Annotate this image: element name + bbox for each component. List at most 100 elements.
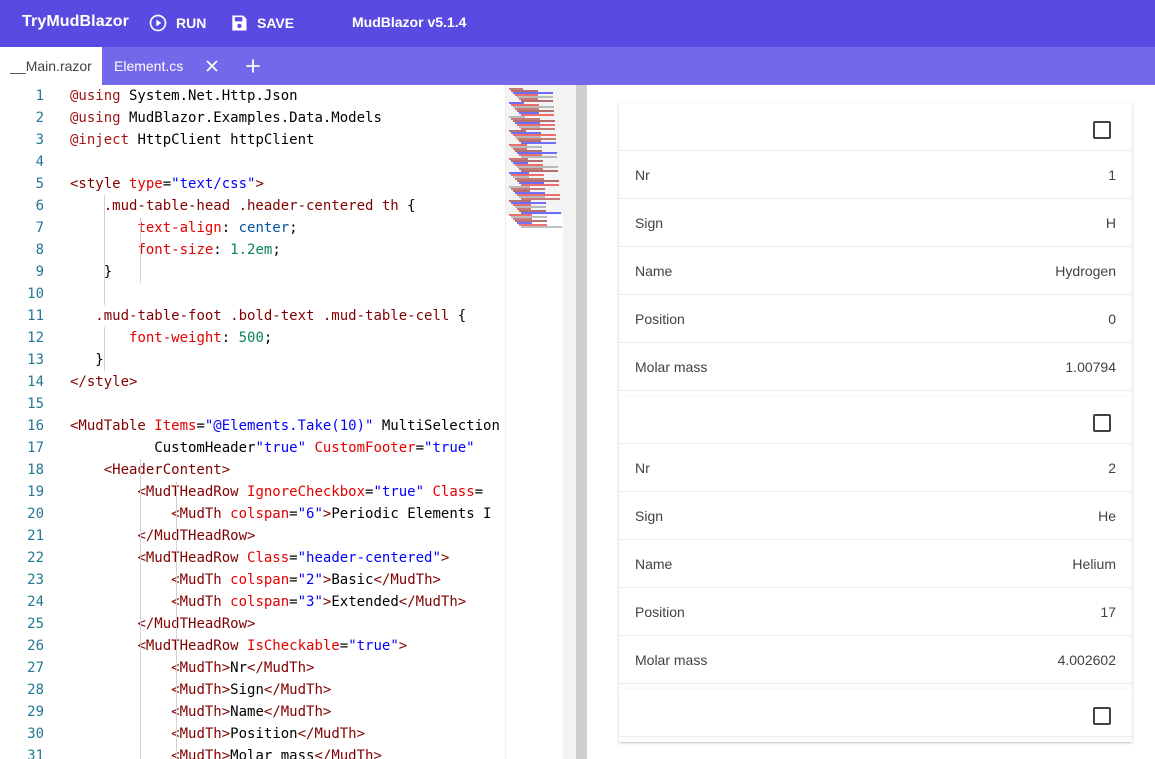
code-line[interactable]: 23 <MudTh colspan="2">Basic</MudTh> (0, 569, 505, 591)
minimap-line (521, 114, 554, 116)
code-line[interactable]: 15 (0, 393, 505, 415)
code-line[interactable]: 17 CustomHeader"true" CustomFooter="true… (0, 437, 505, 459)
code-line[interactable]: 2 @using MudBlazor.Examples.Data.Models (0, 107, 505, 129)
play-circle-icon (149, 14, 167, 32)
code-line[interactable]: 7 text-align: center; (0, 217, 505, 239)
row-checkbox[interactable] (1093, 707, 1111, 725)
line-number: 13 (27, 352, 44, 368)
indent-guide (104, 195, 105, 305)
line-number: 6 (35, 198, 44, 214)
code-line[interactable]: 8 font-size: 1.2em; (0, 239, 505, 261)
code-editor[interactable]: 1 @using System.Net.Http.Json 2 @using MudB… (0, 85, 576, 759)
table-row: Molar mass 4.002602 (619, 636, 1132, 684)
indent-guide (140, 217, 141, 283)
cell-label: Sign (635, 508, 664, 524)
code-text: <MudTh>Name</MudTh> (171, 704, 332, 720)
code-line[interactable]: 1 @using System.Net.Http.Json (0, 85, 505, 107)
line-number: 17 (27, 440, 44, 456)
row-checkbox[interactable] (1093, 414, 1111, 432)
cell-value: Helium (1072, 556, 1116, 572)
code-text: .mud-table-foot .bold-text .mud-table-ce… (95, 308, 467, 324)
code-line[interactable]: 26 <MudTHeadRow IsCheckable="true"> (0, 635, 505, 657)
code-text: font-weight: 500; (129, 330, 273, 346)
code-line[interactable]: 6 .mud-table-head .header-centered th { (0, 195, 505, 217)
code-line[interactable]: 31 <MudTh>Molar mass</MudTh> (0, 745, 505, 759)
table-row: Nr 1 (619, 151, 1132, 199)
line-number: 4 (35, 154, 44, 170)
code-line[interactable]: 25 </MudTHeadRow> (0, 613, 505, 635)
pane-splitter[interactable] (576, 85, 587, 759)
line-number: 18 (27, 462, 44, 478)
code-line[interactable]: 13 } (0, 349, 505, 371)
cell-value: 17 (1100, 604, 1116, 620)
code-text: <MudTh>Position</MudTh> (171, 726, 366, 742)
table-row: Molar mass 1.00794 (619, 343, 1132, 391)
code-line[interactable]: 18 <HeaderContent> (0, 459, 505, 481)
code-line[interactable]: 21 </MudTHeadRow> (0, 525, 505, 547)
editor-scrollbar[interactable] (563, 85, 576, 759)
line-number: 24 (27, 594, 44, 610)
line-number: 30 (27, 726, 44, 742)
cell-label: Nr (635, 460, 650, 476)
code-text: <style type="text/css"> (70, 176, 264, 192)
line-number: 22 (27, 550, 44, 566)
code-line[interactable]: 22 <MudTHeadRow Class="header-centered"> (0, 547, 505, 569)
run-button[interactable]: RUN (148, 12, 206, 34)
code-line[interactable]: 19 <MudTHeadRow IgnoreCheckbox="true" Cl… (0, 481, 505, 503)
tab-main-razor[interactable]: __Main.razor (0, 47, 102, 85)
code-line[interactable]: 24 <MudTh colspan="3">Extended</MudTh> (0, 591, 505, 613)
line-number: 14 (27, 374, 44, 390)
code-text: <HeaderContent> (103, 462, 231, 478)
code-line[interactable]: 30 <MudTh>Position</MudTh> (0, 723, 505, 745)
tab-element-cs[interactable]: Element.cs (114, 47, 183, 85)
code-text: @inject HttpClient httpClient (70, 132, 315, 148)
code-text: font-size: 1.2em; (137, 242, 281, 258)
code-line[interactable]: 14 </style> (0, 371, 505, 393)
cell-label: Name (635, 263, 673, 279)
line-number: 20 (27, 506, 44, 522)
table-row: Name Hydrogen (619, 247, 1132, 295)
code-line[interactable]: 27 <MudTh>Nr</MudTh> (0, 657, 505, 679)
cell-label: Molar mass (635, 359, 708, 375)
minimap[interactable] (505, 85, 564, 759)
plus-icon[interactable] (243, 56, 263, 76)
code-area[interactable]: 1 @using System.Net.Http.Json 2 @using MudB… (0, 85, 505, 759)
indent-guide (176, 481, 177, 759)
line-number: 8 (35, 242, 44, 258)
line-number: 10 (27, 286, 44, 302)
table-row: Sign He (619, 492, 1132, 540)
code-line[interactable]: 29 <MudTh>Name</MudTh> (0, 701, 505, 723)
close-icon[interactable] (202, 56, 222, 76)
code-text: <MudTHeadRow IsCheckable="true"> (137, 638, 408, 654)
line-number: 28 (27, 682, 44, 698)
code-line[interactable]: 20 <MudTh colspan="6">Periodic Elements … (0, 503, 505, 525)
code-line[interactable]: 16 <MudTable Items="@Elements.Take(10)" M… (0, 415, 505, 437)
code-line[interactable]: 28 <MudTh>Sign</MudTh> (0, 679, 505, 701)
line-number: 26 (27, 638, 44, 654)
code-line[interactable]: 9 } (0, 261, 505, 283)
code-line[interactable]: 10 (0, 283, 505, 305)
table-row-select (619, 103, 1132, 151)
app-brand[interactable]: TryMudBlazor (22, 13, 129, 31)
table-row: Position 0 (619, 295, 1132, 343)
code-text: <MudTHeadRow Class="header-centered"> (137, 550, 450, 566)
code-line[interactable]: 3 @inject HttpClient httpClient (0, 129, 505, 151)
code-line[interactable]: 5 <style type="text/css"> (0, 173, 505, 195)
code-text: </MudTHeadRow> (137, 616, 256, 632)
code-line[interactable]: 11 .mud-table-foot .bold-text .mud-table… (0, 305, 505, 327)
cell-value: 4.002602 (1057, 652, 1116, 668)
code-text: <MudTh>Molar mass</MudTh> (171, 748, 382, 759)
row-checkbox[interactable] (1093, 121, 1111, 139)
code-line[interactable]: 12 font-weight: 500; (0, 327, 505, 349)
line-number: 2 (35, 110, 44, 126)
cell-value: 1 (1108, 167, 1116, 183)
save-icon (232, 15, 247, 31)
minimap-line (521, 100, 553, 102)
code-line[interactable]: 4 (0, 151, 505, 173)
cell-value: He (1098, 508, 1116, 524)
cell-value: 0 (1108, 311, 1116, 327)
save-button[interactable]: SAVE (229, 12, 294, 34)
cell-label: Position (635, 604, 685, 620)
line-number: 3 (35, 132, 44, 148)
save-label: SAVE (257, 15, 295, 31)
